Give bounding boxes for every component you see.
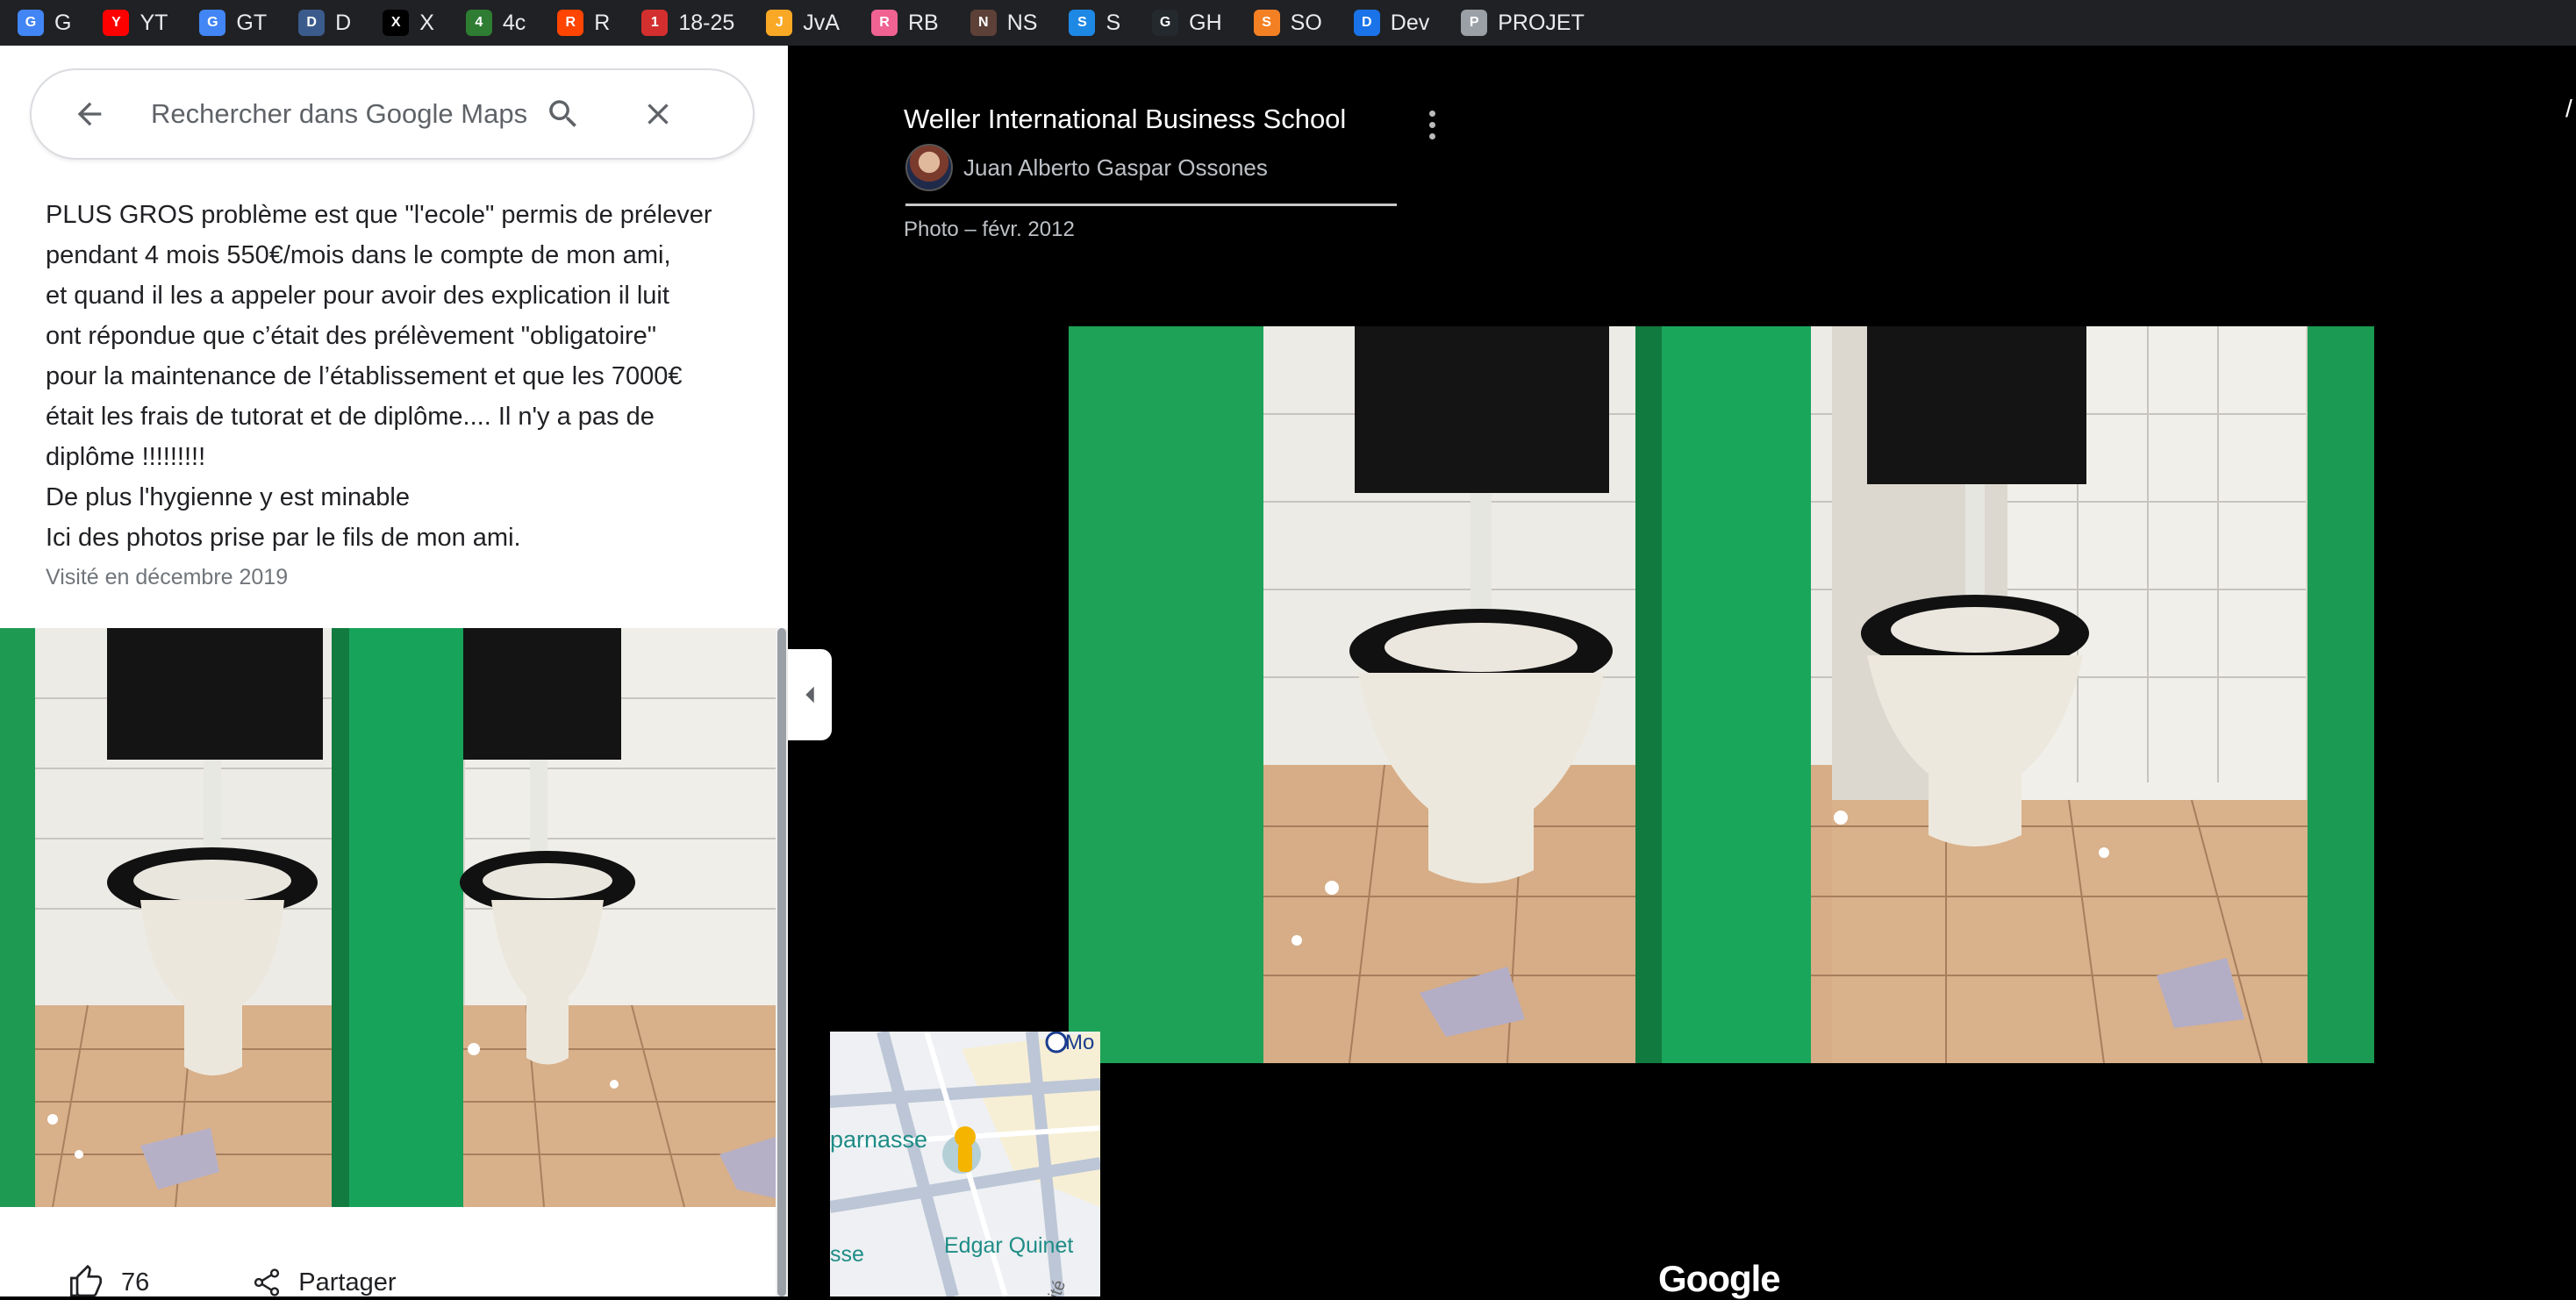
- translate-icon: G: [199, 10, 226, 36]
- bookmark-gt[interactable]: G GT: [199, 10, 267, 36]
- review-line: PLUS GROS problème est que "l'ecole" per…: [46, 201, 712, 229]
- like-count: 76: [121, 1268, 150, 1296]
- dev-icon: D: [1353, 10, 1380, 36]
- bookmark-projet[interactable]: P PROJET: [1461, 10, 1585, 36]
- like-button[interactable]: 76: [68, 1265, 149, 1296]
- bookmark-label: G: [54, 10, 72, 35]
- jvc-icon: 1: [641, 10, 669, 36]
- bookmark-yt[interactable]: Y YT: [103, 10, 168, 36]
- youtube-icon: Y: [103, 10, 130, 36]
- scrollbar-thumb[interactable]: [777, 628, 786, 1296]
- map-label-montparnasse: parnasse: [830, 1126, 927, 1153]
- bookmark-r[interactable]: RR: [557, 10, 610, 36]
- map-label-edgar-quinet: Edgar Quinet: [944, 1233, 1073, 1258]
- reddit-icon: R: [557, 10, 584, 36]
- bookmark-label: X: [419, 10, 434, 35]
- map-label-gare: sse: [830, 1242, 864, 1267]
- place-title[interactable]: Weller International Business School: [904, 104, 1346, 135]
- collapse-panel-button[interactable]: [788, 649, 832, 740]
- review-line: ont répondue que c’était des prélèvement…: [46, 322, 657, 350]
- bookmark-so[interactable]: S SO: [1253, 10, 1322, 36]
- review-line: et quand il les a appeler pour avoir des…: [46, 282, 669, 310]
- x-icon: X: [383, 10, 410, 36]
- rb-icon: R: [870, 10, 898, 36]
- header-divider: [905, 204, 1397, 206]
- bookmark-dev[interactable]: D Dev: [1353, 10, 1430, 36]
- stackoverflow-icon: S: [1253, 10, 1280, 36]
- bookmark-rb[interactable]: R RB: [870, 10, 939, 36]
- bookmark-label: 18-25: [678, 10, 735, 35]
- review-line: De plus l'hygienne y est minable: [46, 483, 410, 511]
- bookmark-label: D: [335, 10, 352, 35]
- more-options-icon[interactable]: [1414, 104, 1449, 146]
- bookmark-x[interactable]: XX: [383, 10, 434, 36]
- s-icon: S: [1069, 10, 1096, 36]
- share-icon: [251, 1267, 283, 1296]
- devtools-icon: D: [298, 10, 326, 36]
- minimap[interactable]: parnasse Edgar Quinet sse Mo ité: [830, 1032, 1100, 1296]
- bookmark-gh[interactable]: G GH: [1152, 10, 1222, 36]
- review-line: pour la maintenance de l’établissement e…: [46, 362, 683, 390]
- side-panel: PLUS GROS problème est que "l'ecole" per…: [0, 46, 788, 1296]
- bookmark-label: YT: [140, 10, 168, 35]
- review-line: pendant 4 mois 550€/mois dans le compte …: [46, 241, 671, 269]
- ns-icon: N: [970, 10, 997, 36]
- photo-author[interactable]: Juan Alberto Gaspar Ossones: [905, 144, 1268, 191]
- google-logo: Google: [1658, 1258, 1781, 1299]
- review-actions: 76 Partager: [0, 1256, 776, 1296]
- bookmark-g[interactable]: GG: [18, 10, 71, 36]
- avatar: [905, 144, 953, 191]
- author-name: Juan Alberto Gaspar Ossones: [963, 154, 1268, 181]
- bookmark-s[interactable]: SS: [1069, 10, 1120, 36]
- close-icon[interactable]: [635, 91, 681, 137]
- bookmark-label: NS: [1006, 10, 1038, 35]
- bookmark-d[interactable]: DD: [298, 10, 351, 36]
- edge-mark: /: [2565, 95, 2572, 122]
- review-line: diplôme !!!!!!!!!: [46, 443, 206, 471]
- bookmark-label: SO: [1290, 10, 1322, 35]
- bookmark-label: Dev: [1390, 10, 1430, 35]
- bookmark-label: GT: [236, 10, 268, 35]
- bookmark-18-25[interactable]: 1 18-25: [641, 10, 734, 36]
- back-arrow-icon[interactable]: [67, 91, 112, 137]
- fourchan-icon: 4: [465, 10, 492, 36]
- review-line: était les frais de tutorat et de diplôme…: [46, 403, 655, 431]
- main-photo[interactable]: [1069, 326, 2374, 1063]
- bookmark-4c[interactable]: 4 4c: [465, 10, 526, 36]
- bookmark-label: GH: [1189, 10, 1222, 35]
- github-icon: G: [1152, 10, 1179, 36]
- search-box: [30, 68, 755, 160]
- bookmark-label: RB: [907, 10, 939, 35]
- google-icon: G: [18, 10, 44, 36]
- share-button[interactable]: Partager: [251, 1267, 397, 1296]
- bookmark-jva[interactable]: J JvA: [766, 10, 840, 36]
- photo-date: Photo – févr. 2012: [904, 218, 1075, 241]
- review-line: Ici des photos prise par le fils de mon …: [46, 524, 521, 552]
- folder-icon: P: [1461, 10, 1488, 36]
- search-icon[interactable]: [540, 91, 586, 137]
- bookmark-label: R: [594, 10, 611, 35]
- search-input[interactable]: [151, 98, 528, 130]
- visited-date: Visité en décembre 2019: [46, 565, 289, 589]
- review-text: PLUS GROS problème est que "l'ecole" per…: [46, 195, 748, 558]
- thumbs-up-icon: [68, 1265, 104, 1296]
- bookmark-ns[interactable]: N NS: [970, 10, 1038, 36]
- bookmark-label: 4c: [502, 10, 526, 35]
- bookmark-label: S: [1106, 10, 1121, 35]
- bookmarks-bar: G G Y YT G GT D D X X 4 4c R R 1 18-25 J JvA R RB N NS S S G GH S S…: [0, 0, 2576, 46]
- review-photo[interactable]: [0, 628, 776, 1207]
- map-label-metro: Mo: [1065, 1032, 1094, 1054]
- bookmark-label: JvA: [803, 10, 840, 35]
- caret-left-icon: [805, 686, 814, 704]
- bookmark-label: PROJET: [1498, 10, 1585, 35]
- share-label: Partager: [298, 1268, 397, 1296]
- jva-icon: J: [766, 10, 793, 36]
